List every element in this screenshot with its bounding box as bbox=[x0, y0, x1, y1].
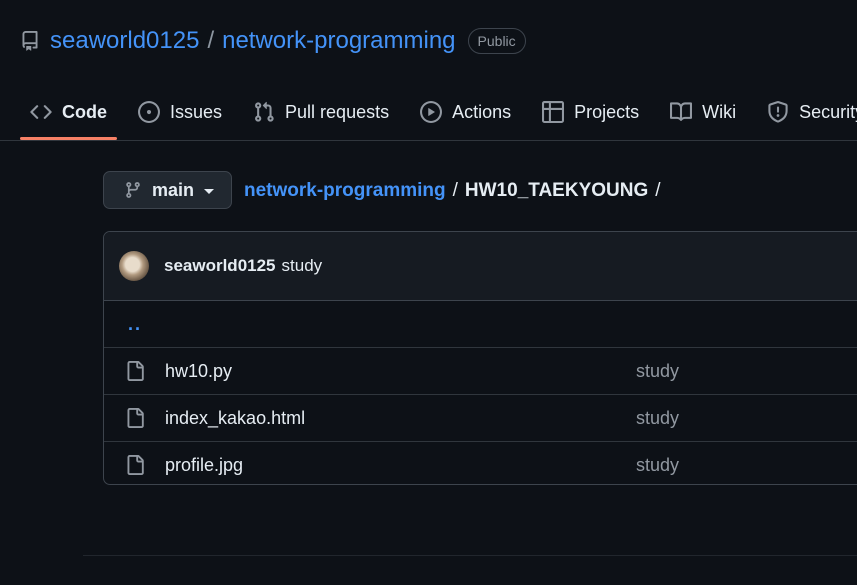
file-name-link[interactable]: profile.jpg bbox=[165, 455, 636, 476]
tab-label: Code bbox=[62, 101, 107, 122]
tab-wiki[interactable]: Wiki bbox=[660, 90, 746, 134]
file-row[interactable]: profile.jpg study bbox=[104, 442, 857, 484]
tab-projects[interactable]: Projects bbox=[532, 90, 649, 134]
breadcrumb: network-programming / HW10_TAEKYOUNG / bbox=[244, 180, 668, 202]
file-icon bbox=[127, 408, 144, 428]
tab-label: Security bbox=[799, 101, 857, 122]
repo-owner-link[interactable]: seaworld0125 bbox=[50, 27, 199, 55]
breadcrumb-current-folder: HW10_TAEKYOUNG bbox=[464, 180, 649, 201]
tab-actions[interactable]: Actions bbox=[410, 90, 521, 134]
parent-directory-row[interactable]: .. bbox=[104, 301, 857, 348]
parent-directory-link[interactable]: .. bbox=[104, 314, 142, 335]
breadcrumb-separator: / bbox=[655, 180, 661, 201]
play-icon bbox=[420, 101, 443, 123]
file-commit-message[interactable]: study bbox=[636, 455, 679, 476]
repo-header: seaworld0125 / network-programming Publi… bbox=[20, 24, 526, 58]
footer-divider bbox=[83, 555, 857, 556]
tab-code[interactable]: Code bbox=[20, 90, 117, 140]
commit-author-link[interactable]: seaworld0125 bbox=[164, 256, 276, 276]
branch-name: main bbox=[152, 179, 195, 200]
tabs-divider bbox=[0, 140, 857, 141]
file-list: seaworld0125 study .. hw10.py study inde… bbox=[103, 231, 857, 485]
visibility-badge: Public bbox=[467, 28, 526, 54]
repo-name-link[interactable]: network-programming bbox=[222, 27, 455, 55]
file-commit-message[interactable]: study bbox=[636, 361, 679, 382]
tab-label: Pull requests bbox=[285, 101, 390, 122]
breadcrumb-separator: / bbox=[452, 180, 458, 201]
breadcrumb-repo-link[interactable]: network-programming bbox=[244, 180, 446, 202]
file-name-link[interactable]: hw10.py bbox=[165, 361, 636, 382]
code-icon bbox=[30, 105, 52, 119]
file-icon bbox=[127, 361, 144, 381]
tab-label: Projects bbox=[574, 101, 640, 122]
book-icon bbox=[670, 102, 693, 121]
repo-icon bbox=[22, 31, 38, 51]
tab-security[interactable]: Security bbox=[757, 90, 857, 134]
tab-pull-requests[interactable]: Pull requests bbox=[243, 90, 399, 134]
file-commit-message[interactable]: study bbox=[636, 408, 679, 429]
file-icon bbox=[127, 455, 144, 475]
file-row[interactable]: hw10.py study bbox=[104, 348, 857, 395]
issue-icon bbox=[138, 101, 160, 123]
file-row[interactable]: index_kakao.html study bbox=[104, 395, 857, 442]
git-branch-icon bbox=[126, 182, 140, 198]
branch-selector-button[interactable]: main bbox=[103, 171, 232, 209]
tab-label: Actions bbox=[452, 101, 512, 122]
commit-message-link[interactable]: study bbox=[282, 256, 323, 276]
chevron-down-icon bbox=[204, 189, 215, 194]
shield-icon bbox=[768, 101, 788, 123]
tab-issues[interactable]: Issues bbox=[128, 90, 232, 134]
avatar[interactable] bbox=[119, 251, 149, 281]
latest-commit-row: seaworld0125 study bbox=[104, 232, 857, 301]
tab-label: Issues bbox=[170, 101, 223, 122]
file-name-link[interactable]: index_kakao.html bbox=[165, 408, 636, 429]
pull-request-icon bbox=[255, 101, 274, 122]
repo-separator: / bbox=[207, 27, 215, 54]
repo-nav-tabs: Code Issues Pull requests Actions Projec… bbox=[20, 90, 857, 140]
table-icon bbox=[542, 101, 565, 123]
tab-label: Wiki bbox=[702, 101, 737, 122]
